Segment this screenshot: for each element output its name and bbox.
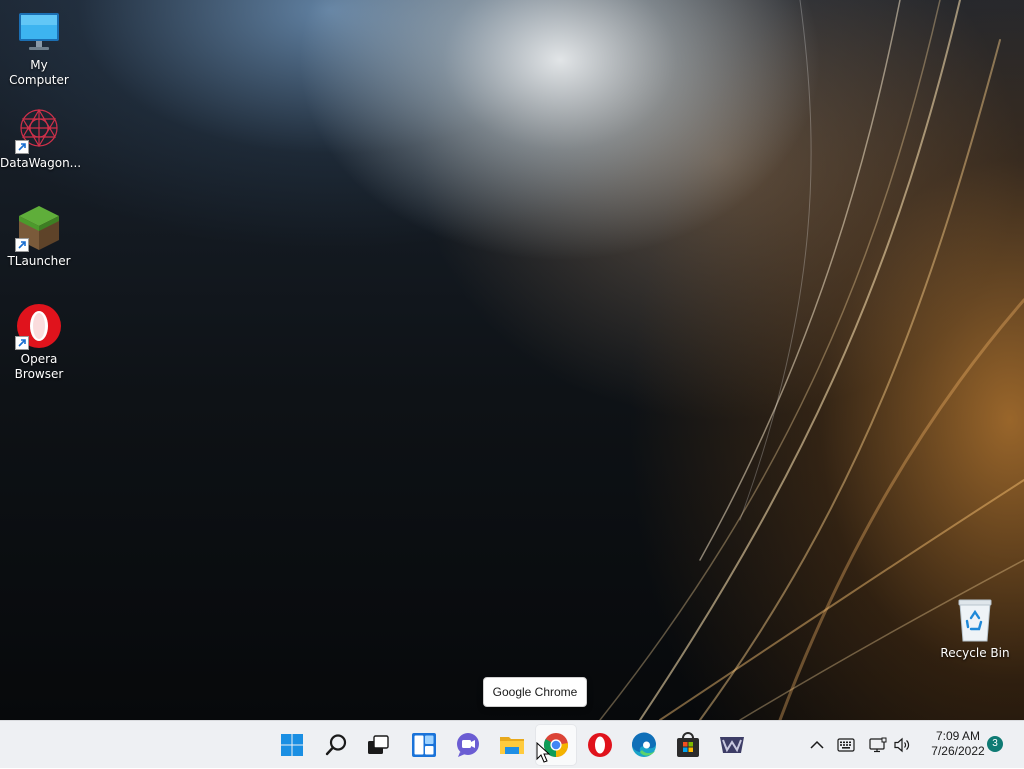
desktop-icon-tlauncher[interactable]: TLauncher [0,204,78,269]
folder-icon [500,737,524,754]
network-button[interactable] [866,721,890,769]
keyboard-icon [837,738,855,752]
winrar-icon [720,737,744,753]
keyboard-button[interactable] [834,721,858,769]
show-hidden-icons-button[interactable] [806,721,828,769]
shortcut-arrow-icon [15,336,29,350]
task-view-icon [368,735,389,754]
edge-icon [631,732,656,757]
task-view-button[interactable] [358,725,398,765]
desktop-icon-label: My Computer [9,58,69,87]
windows-start-icon [281,734,303,756]
file-explorer-button[interactable] [492,725,532,765]
taskbar: 7:09 AM 7/26/2022 [0,720,1024,768]
chevron-up-icon [810,740,824,749]
edge-button[interactable] [624,725,664,765]
network-icon [869,737,887,753]
desktop-icon-label: Recycle Bin [940,646,1010,660]
search-button[interactable] [316,725,356,765]
shortcut-arrow-icon [15,238,29,252]
desktop-icon-opera-browser[interactable]: Opera Browser [0,302,78,382]
opera-taskbar-button[interactable] [580,725,620,765]
opera-icon [15,302,63,350]
opera-icon [588,733,612,757]
store-icon [677,732,699,757]
search-icon [325,734,347,756]
volume-button[interactable] [890,721,914,769]
desktop-icon-datawagon[interactable]: DataWagon... [0,106,82,171]
winrar-button[interactable] [712,725,752,765]
desktop-icon-my-computer[interactable]: My Computer [0,8,78,88]
desktop-icon-label: DataWagon... [0,156,82,170]
volume-icon [894,737,910,753]
microsoft-store-button[interactable] [668,725,708,765]
recycle-bin-icon [951,596,999,644]
chat-button[interactable] [448,725,488,765]
desktop-icon-recycle-bin[interactable]: Recycle Bin [936,596,1014,661]
wallpaper-swoosh-lines [599,0,1024,720]
widgets-button[interactable] [404,725,444,765]
mouse-pointer-icon [536,742,551,763]
start-button[interactable] [272,725,312,765]
desktop-icon-label: Opera Browser [14,352,64,381]
shortcut-arrow-icon [15,140,29,154]
taskbar-tooltip: Google Chrome [483,677,587,707]
teams-chat-icon [457,733,479,757]
desktop-wallpaper: My Computer DataWagon... TLauncher Opera… [0,0,1024,720]
datawagon-icon [15,106,63,154]
minecraft-grass-block-icon [15,204,63,252]
monitor-icon [15,8,63,56]
widgets-icon [412,733,436,757]
notification-badge[interactable]: 3 [987,736,1003,752]
desktop-icon-label: TLauncher [7,254,71,268]
